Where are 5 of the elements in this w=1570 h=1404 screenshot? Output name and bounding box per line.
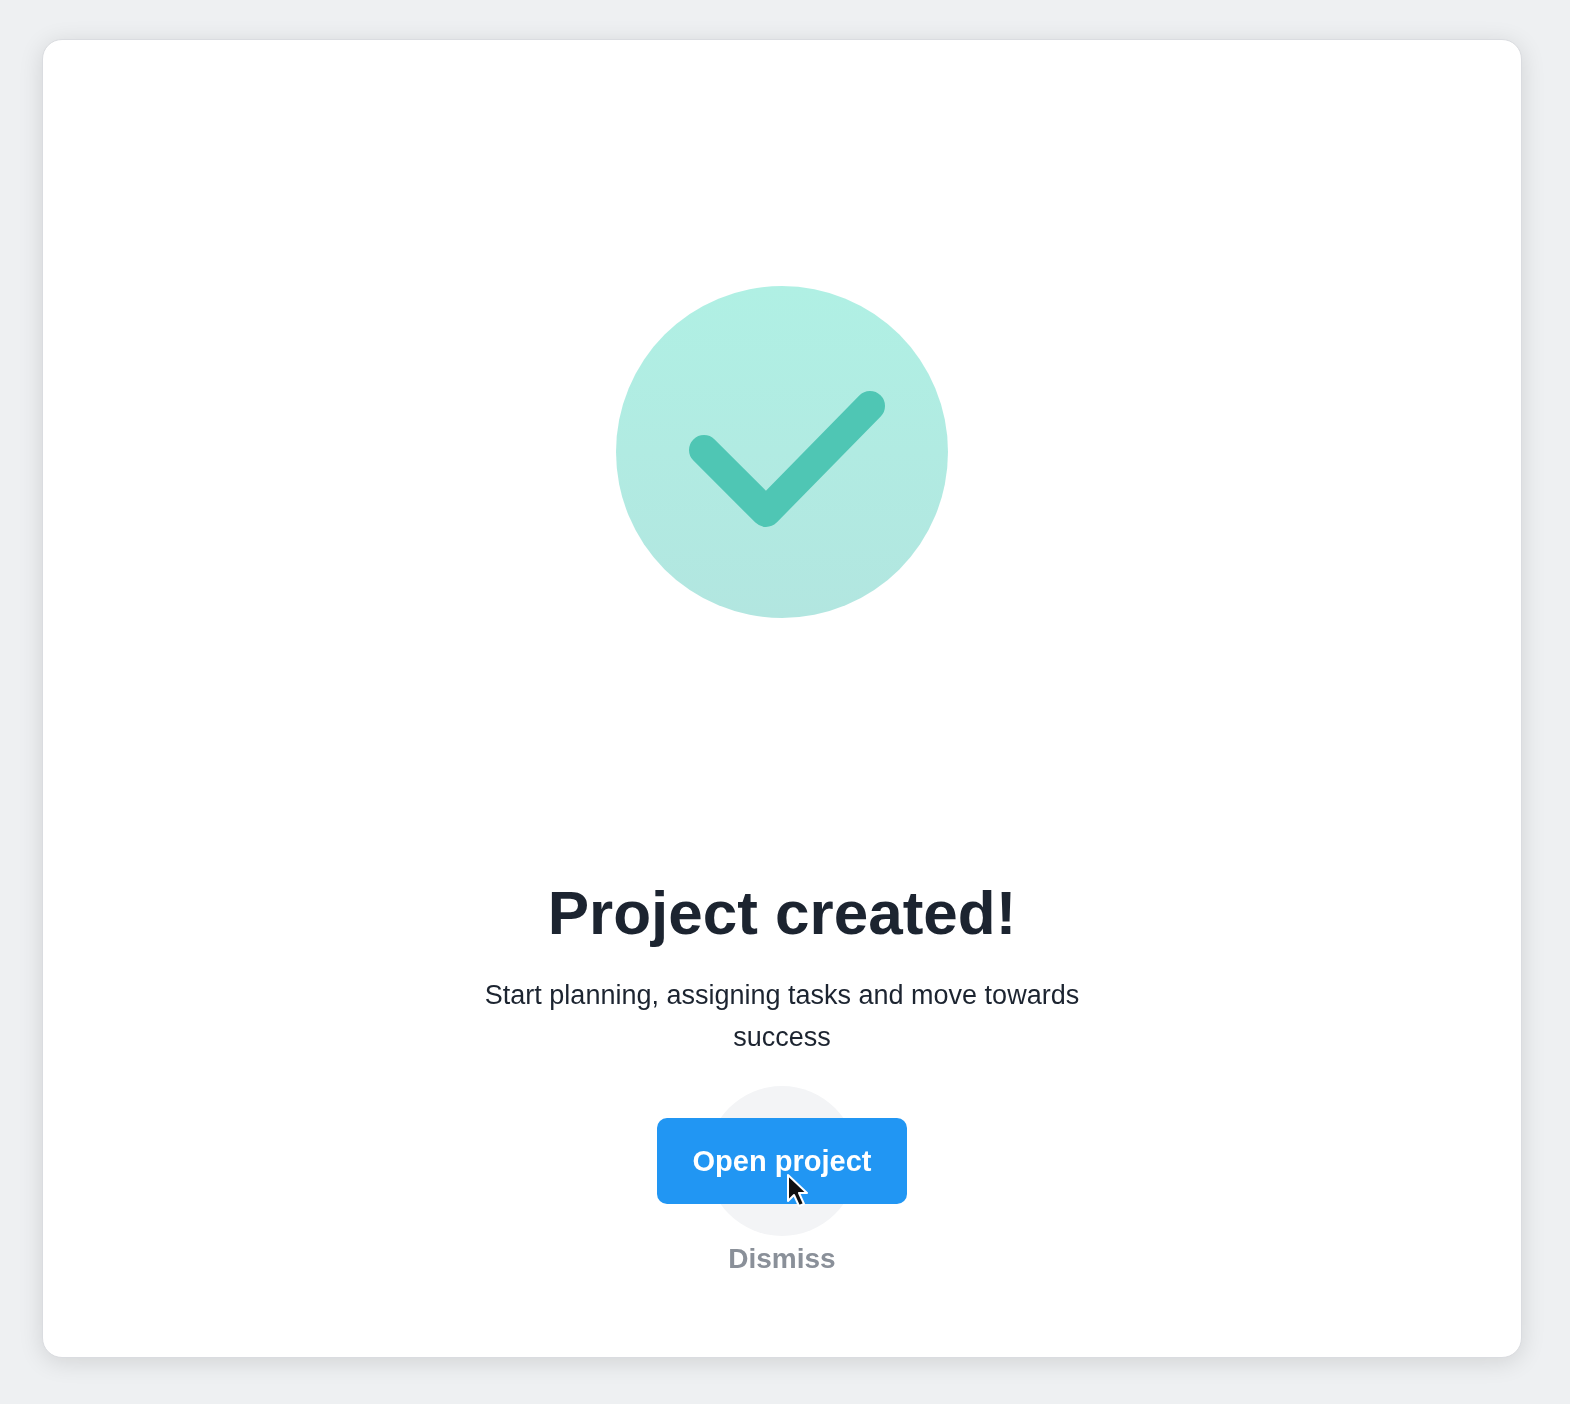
success-check-icon	[616, 286, 948, 618]
open-project-button[interactable]: Open project	[657, 1118, 907, 1204]
dismiss-button[interactable]: Dismiss	[728, 1239, 836, 1279]
dialog-title: Project created!	[547, 877, 1017, 949]
dialog-message: Start planning, assigning tasks and move towards success	[483, 979, 1081, 1054]
